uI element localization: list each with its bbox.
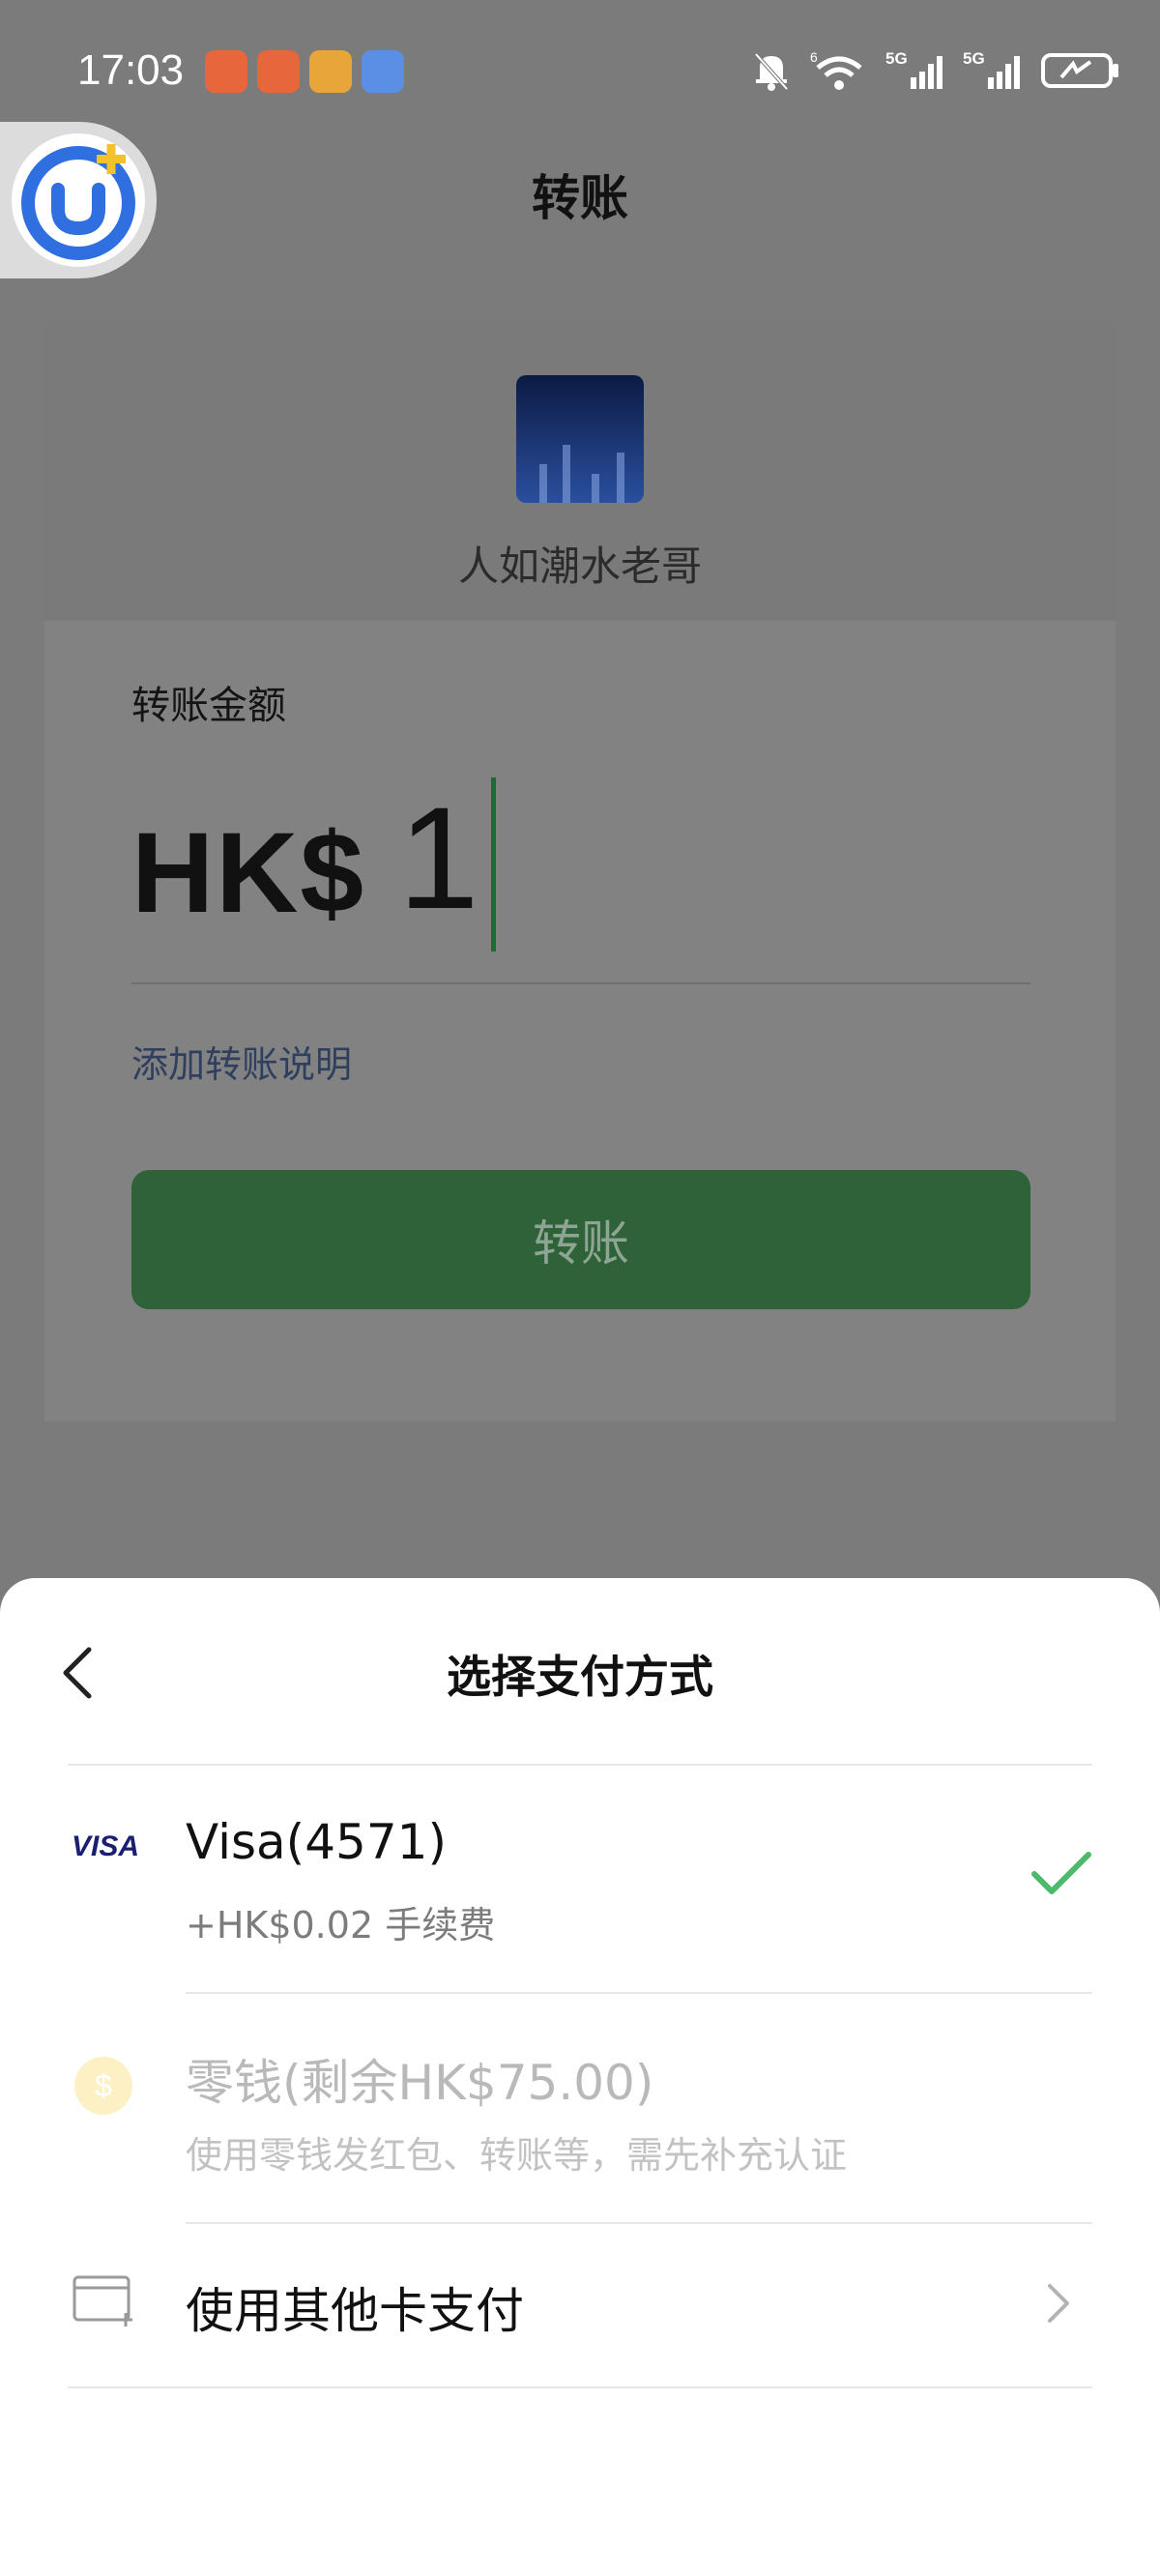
visa-icon: VISA (72, 1830, 139, 1862)
transfer-button[interactable]: 转账 (131, 1170, 1030, 1309)
payment-option-balance: $ 零钱(剩余HK$75.00) 使用零钱发红包、转账等，需先补充认证 (0, 1994, 1160, 2222)
currency-symbol: HK$ (131, 809, 366, 937)
recipient-name: 人如潮水老哥 (457, 542, 702, 590)
status-bar: 17:03 6 5G 5G (0, 39, 1160, 106)
amount-label: 转账金额 (131, 684, 286, 728)
amount-value: 1 (398, 776, 479, 939)
network-label: 5G (885, 49, 908, 68)
battery-charging-icon (1041, 53, 1118, 88)
option-title: Visa(4571) (186, 1814, 447, 1870)
message-notification-icon (362, 50, 404, 93)
svg-text:$: $ (95, 2068, 112, 2103)
recipient-header: 人如潮水老哥 (44, 321, 1116, 621)
amount-divider (131, 982, 1030, 984)
add-note-link[interactable]: 添加转账说明 (131, 1035, 352, 1088)
coin-icon: $ (74, 2057, 132, 2115)
recipient-avatar (516, 375, 644, 503)
sheet-title: 选择支付方式 (447, 1651, 713, 1703)
divider (68, 2386, 1092, 2388)
check-icon (1031, 1852, 1091, 1894)
payment-method-sheet: 选择支付方式 VISA Visa(4571) +HK$0.02 手续费 $ 零钱… (0, 1578, 1160, 2576)
mail-notification-icon (309, 50, 352, 93)
app-notification-icon (205, 50, 247, 93)
status-indicators: 6 5G 5G (750, 46, 1121, 95)
status-time: 17:03 (77, 46, 185, 94)
wifi-icon: 6 (810, 49, 862, 90)
visa-logo-text: VISA (72, 1830, 139, 1862)
page-title: 转账 (532, 170, 628, 226)
signal-5g-icon: 5G (885, 49, 942, 89)
chevron-right-icon (1048, 2284, 1069, 2323)
transfer-card: 人如潮水老哥 转账金额 HK$ 1 添加转账说明 转账 (44, 321, 1116, 1421)
option-title: 零钱(剩余HK$75.00) (186, 2055, 654, 2111)
app-notification-icon (257, 50, 300, 93)
option-title: 使用其他卡支付 (186, 2283, 524, 2339)
network-label: 5G (963, 49, 985, 68)
option-subtitle: 使用零钱发红包、转账等，需先补充认证 (186, 2134, 848, 2177)
text-cursor (490, 777, 496, 951)
add-card-icon (72, 2275, 132, 2327)
signal-5g-icon: 5G (963, 49, 1020, 89)
network-label: 6 (810, 49, 818, 65)
mute-bell-icon (754, 52, 789, 91)
option-subtitle: +HK$0.02 手续费 (186, 1904, 496, 1947)
payment-option-visa[interactable]: VISA Visa(4571) +HK$0.02 手续费 (0, 1764, 1160, 1992)
amount-input[interactable]: HK$ 1 (131, 776, 496, 951)
payment-option-other-card[interactable]: 使用其他卡支付 (0, 2224, 1160, 2386)
